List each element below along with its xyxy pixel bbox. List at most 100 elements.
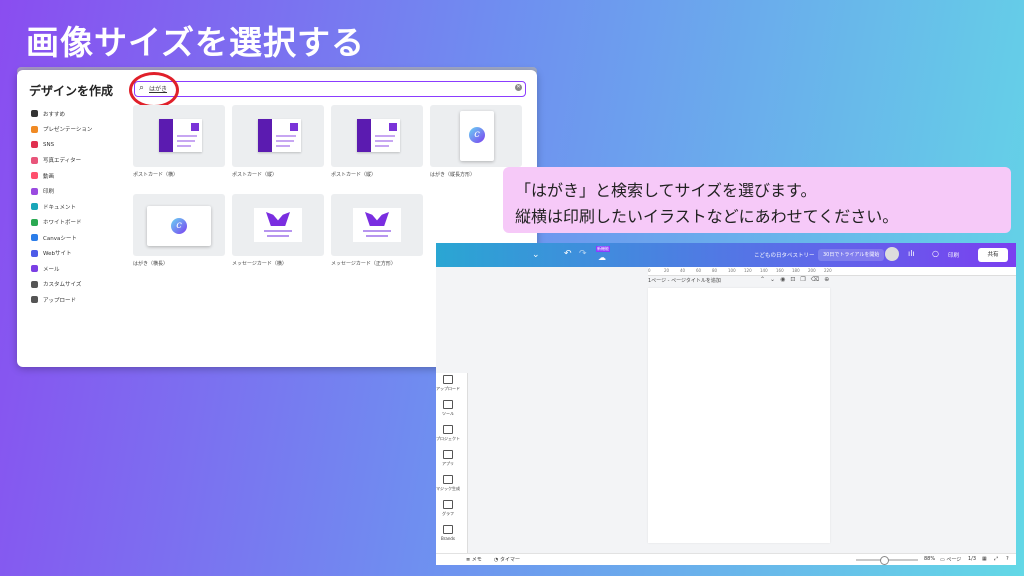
ruler-tick: 120 <box>744 268 752 273</box>
comment-icon[interactable]: ○ <box>932 249 939 258</box>
left-tool-item[interactable]: マジック生成 <box>436 475 460 492</box>
template-card[interactable]: メッセージカード（横） <box>232 194 324 267</box>
help-icon[interactable]: ? <box>1006 556 1009 562</box>
hide-icon[interactable]: ◉ <box>780 276 790 283</box>
editor-bottombar: ≣ メモ ◔ タイマー 88% ▭ ページ 1/3 ▦ ⤢ ? <box>436 553 1016 565</box>
left-tool-item[interactable]: プロジェクト <box>436 425 460 442</box>
template-card[interactable]: ポストカード（縦） <box>232 105 324 178</box>
vertical-ruler <box>460 373 468 553</box>
left-tool-label: プロジェクト <box>436 436 460 441</box>
page-down-icon[interactable]: ⌄ <box>770 276 780 283</box>
editor-window: ⌄ ↶ ↷ 新機能 ☁ こどもの日タペストリー 30日でトライアルを開始 ılı… <box>436 243 1016 565</box>
category-icon <box>31 280 38 288</box>
add-page-icon[interactable]: ⊕ <box>824 276 834 283</box>
fullscreen-icon[interactable]: ⤢ <box>994 556 998 562</box>
ruler-tick: 180 <box>792 268 800 273</box>
horizontal-ruler: 0 20 40 60 80 100 120 140 160 180 200 220 <box>648 267 1016 276</box>
template-card[interactable]: ポストカード（横） <box>133 105 225 178</box>
sidebar-item[interactable]: ドキュメント <box>31 199 136 215</box>
category-icon <box>31 110 38 118</box>
lock-icon[interactable]: ⊡ <box>790 276 800 283</box>
ruler-tick: 20 <box>664 268 670 273</box>
template-card[interactable]: ポストカード（縦） <box>331 105 423 178</box>
template-thumbnail <box>331 194 423 256</box>
template-label: ポストカード（縦） <box>232 172 278 178</box>
left-tool-item[interactable]: Brands <box>436 525 460 541</box>
menu-chevron-icon[interactable]: ⌄ <box>532 250 540 260</box>
document-title[interactable]: こどもの日タペストリー <box>754 251 815 259</box>
category-icon <box>31 125 38 133</box>
template-label: メッセージカード（正方形） <box>331 261 396 267</box>
ruler-tick: 160 <box>776 268 784 273</box>
left-tool-label: アプリ <box>442 461 454 466</box>
design-page[interactable] <box>648 288 830 543</box>
category-icon <box>31 172 38 180</box>
template-label: ポストカード（縦） <box>331 172 377 178</box>
sidebar-item[interactable]: 写真エディター <box>31 153 136 169</box>
ruler-tick: 100 <box>728 268 736 273</box>
analytics-icon[interactable]: ılı <box>908 249 915 258</box>
template-card[interactable]: c はがき（横長） <box>133 194 225 267</box>
sidebar-item[interactable]: SNS <box>31 137 136 153</box>
trash-icon[interactable]: ⌫ <box>811 276 824 283</box>
search-input[interactable]: ⌕ はがき ✕ <box>134 81 526 97</box>
sidebar-item-label: 動画 <box>43 173 55 180</box>
zoom-slider-handle[interactable] <box>880 556 889 565</box>
category-icon <box>31 249 38 257</box>
sidebar-item[interactable]: 印刷 <box>31 184 136 200</box>
zoom-level[interactable]: 88% <box>924 556 935 562</box>
tool-icon <box>443 525 453 534</box>
sidebar-item[interactable]: Canvaシート <box>31 230 136 246</box>
template-thumbnail: c <box>430 105 522 167</box>
category-icon <box>31 203 38 211</box>
sidebar-item-label: SNS <box>43 141 55 148</box>
left-tool-item[interactable]: ツール <box>436 400 460 417</box>
template-label: メッセージカード（横） <box>232 261 287 267</box>
left-tool-label: ツール <box>442 411 454 416</box>
sidebar-item[interactable]: メール <box>31 261 136 277</box>
category-icon <box>31 187 38 195</box>
print-button[interactable]: 印刷 <box>948 251 959 259</box>
template-card[interactable]: メッセージカード（正方形） <box>331 194 423 267</box>
undo-icon[interactable]: ↶ <box>564 249 572 259</box>
page-title: 画像サイズを選択する <box>26 23 366 62</box>
timer-button[interactable]: ◔ タイマー <box>494 556 520 563</box>
category-icon <box>31 296 38 304</box>
share-button[interactable]: 共有 <box>978 248 1008 262</box>
sidebar-item-label: プレゼンテーション <box>43 127 93 134</box>
clear-search-icon[interactable]: ✕ <box>515 84 522 91</box>
sidebar-item[interactable]: おすすめ <box>31 106 136 122</box>
page-up-icon[interactable]: ⌃ <box>760 276 770 283</box>
sidebar-item[interactable]: Webサイト <box>31 246 136 262</box>
sidebar-item[interactable]: カスタムサイズ <box>31 277 136 293</box>
sidebar-item-label: 印刷 <box>43 189 55 196</box>
notes-button[interactable]: ≣ メモ <box>466 556 482 563</box>
category-icon <box>31 218 38 226</box>
ruler-tick: 60 <box>696 268 702 273</box>
sidebar-item-label: ドキュメント <box>43 204 77 211</box>
sidebar-item[interactable]: ホワイトボード <box>31 215 136 231</box>
sidebar-item-label: おすすめ <box>43 111 66 118</box>
grid-view-icon[interactable]: ▦ <box>982 556 987 562</box>
left-tool-item[interactable]: グラフ <box>436 500 460 517</box>
sidebar-item[interactable]: アップロード <box>31 292 136 308</box>
start-trial-button[interactable]: 30日でトライアルを開始 <box>818 249 885 261</box>
redo-icon[interactable]: ↷ <box>579 249 587 259</box>
cloud-icon[interactable]: ☁ <box>598 253 606 262</box>
sidebar-item-label: ホワイトボード <box>43 220 82 227</box>
left-tool-label: アップロード <box>436 386 460 391</box>
pages-button[interactable]: ▭ ページ <box>940 556 961 563</box>
ruler-tick: 220 <box>824 268 832 273</box>
sidebar-item[interactable]: 動画 <box>31 168 136 184</box>
avatar[interactable] <box>885 247 899 261</box>
tool-icon <box>443 475 453 484</box>
left-tool-item[interactable]: アプリ <box>436 450 460 467</box>
left-tool-item[interactable]: アップロード <box>436 375 460 392</box>
sidebar-item-label: カスタムサイズ <box>43 282 82 289</box>
page-title-label[interactable]: 1ページ - ページタイトルを追加 <box>648 277 721 284</box>
tool-icon <box>443 500 453 509</box>
duplicate-icon[interactable]: ❐ <box>800 276 810 283</box>
editor-topbar: ⌄ ↶ ↷ 新機能 ☁ こどもの日タペストリー 30日でトライアルを開始 ılı… <box>436 243 1016 267</box>
sidebar-item[interactable]: プレゼンテーション <box>31 122 136 138</box>
template-thumbnail <box>133 105 225 167</box>
